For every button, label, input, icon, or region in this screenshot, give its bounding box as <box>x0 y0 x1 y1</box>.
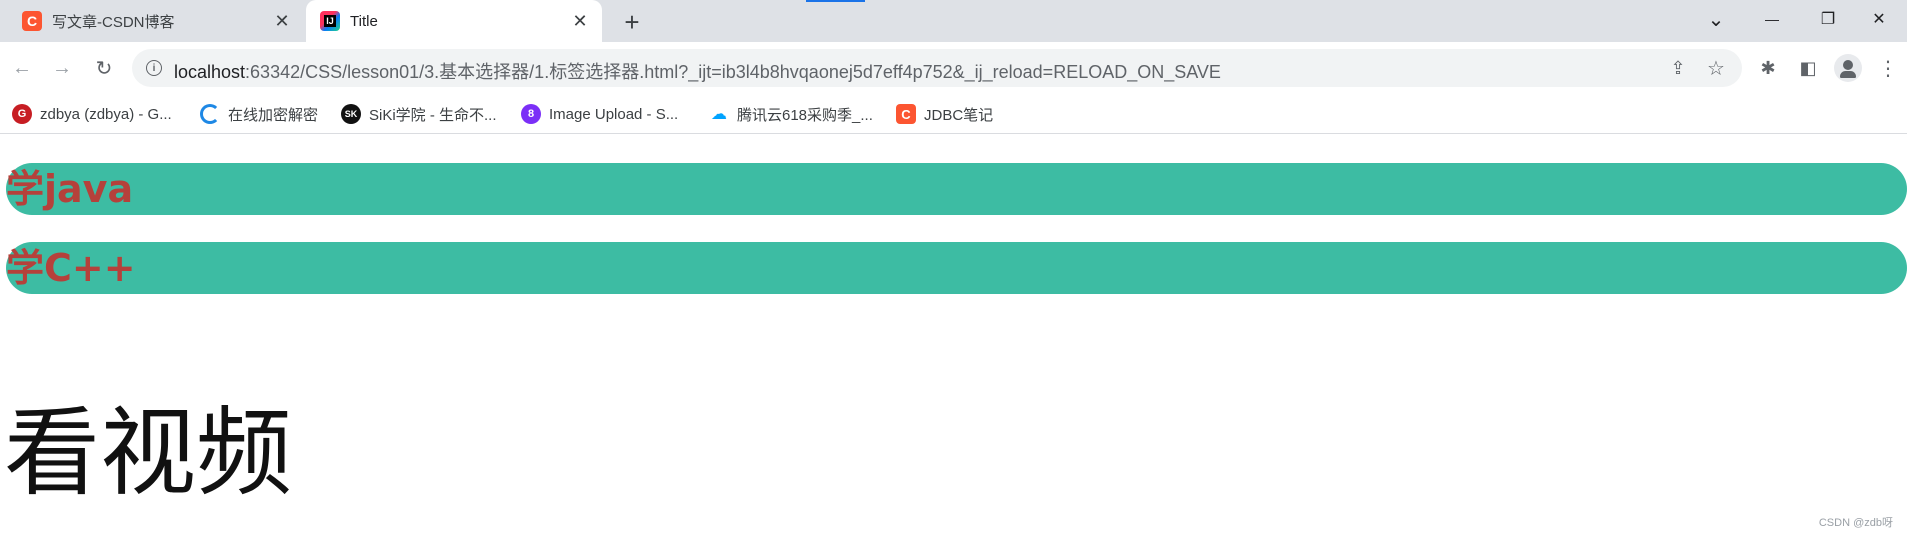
back-button[interactable]: ← <box>6 52 38 84</box>
bookmark-label: zdbya (zdbya) - G... <box>40 105 172 123</box>
bookmark-label: 在线加密解密 <box>228 106 319 124</box>
tab-csdn-write[interactable]: C 写文章-CSDN博客 ✕ <box>8 0 304 42</box>
browser-toolbar: ← → ↻ i localhost:63342/CSS/lesson01/3.基… <box>0 42 1907 94</box>
forward-button[interactable]: → <box>46 52 78 84</box>
profile-avatar[interactable] <box>1834 54 1862 82</box>
intellij-icon-glyph: IJ <box>326 16 334 26</box>
close-icon[interactable]: ✕ <box>270 9 294 33</box>
csdn-icon: C <box>22 11 42 31</box>
bookmark-gitee[interactable]: G zdbya (zdbya) - G... <box>12 103 172 125</box>
csdn-watermark: CSDN @zdb呀 <box>1818 517 1893 529</box>
address-bar[interactable]: i localhost:63342/CSS/lesson01/3.基本选择器/1… <box>132 49 1742 87</box>
bookmarks-bar: G zdbya (zdbya) - G... 在线加密解密 SK SiKi学院 … <box>0 94 1907 134</box>
restore-button[interactable]: ❐ <box>1800 0 1856 38</box>
side-panel-icon[interactable]: ◧ <box>1794 54 1822 82</box>
tab-title: Title <box>350 12 378 30</box>
search-tabs-button[interactable]: ⌄ <box>1688 0 1744 38</box>
bookmark-label: 腾讯云618采购季_... <box>737 106 873 124</box>
url-text[interactable]: localhost:63342/CSS/lesson01/3.基本选择器/1.标… <box>174 58 1221 84</box>
gitee-icon: G <box>12 104 32 124</box>
url-path: :63342/CSS/lesson01/3.基本选择器/1.标签选择器.html… <box>245 62 1221 82</box>
share-icon[interactable]: ⇪ <box>1666 56 1690 80</box>
heading-cpp-text: 学C++ <box>6 246 136 290</box>
heading-cpp: 学C++ <box>6 242 1907 294</box>
window-close-button[interactable]: ✕ <box>1851 0 1907 38</box>
heading-java: 学java <box>6 163 1907 215</box>
tab-title: 写文章-CSDN博客 <box>52 13 175 31</box>
minimize-button[interactable]: — <box>1744 0 1800 38</box>
bookmark-tencent-cloud[interactable]: ☁ 腾讯云618采购季_... <box>709 103 873 125</box>
star-icon[interactable]: ☆ <box>1704 56 1728 80</box>
csdn-icon: C <box>896 104 916 124</box>
bookmark-siki[interactable]: SK SiKi学院 - 生命不... <box>341 103 497 125</box>
info-icon[interactable]: i <box>146 60 162 76</box>
bookmark-label: JDBC笔记 <box>924 106 994 124</box>
reload-button[interactable]: ↻ <box>88 52 120 84</box>
heading-java-text: 学java <box>6 167 134 211</box>
tab-title-page[interactable]: IJ Title ✕ <box>306 0 602 42</box>
bookmark-label: SiKi学院 - 生命不... <box>369 106 497 124</box>
intellij-icon: IJ <box>320 11 340 31</box>
image-upload-icon: 8 <box>521 104 541 124</box>
page-viewport: 学java 学C++ 看视频 CSDN @zdb呀 <box>0 135 1907 536</box>
tab-strip: C 写文章-CSDN博客 ✕ IJ Title ✕ + ⌄ — ❐ ✕ <box>0 0 1907 42</box>
bookmark-image-upload[interactable]: 8 Image Upload - S... <box>521 103 678 125</box>
bookmark-encrypt[interactable]: 在线加密解密 <box>200 103 318 125</box>
menu-icon[interactable]: ⋮ <box>1874 54 1902 82</box>
paragraph-watch-video: 看视频 <box>4 397 292 509</box>
close-icon[interactable]: ✕ <box>568 9 592 33</box>
bookmark-jdbc[interactable]: C JDBC笔记 <box>896 103 993 125</box>
url-host: localhost <box>174 62 246 82</box>
tabstrip-accent-line <box>806 0 865 2</box>
new-tab-button[interactable]: + <box>616 6 648 38</box>
tencent-cloud-icon: ☁ <box>709 104 729 124</box>
extensions-icon[interactable]: ✱ <box>1754 54 1782 82</box>
bookmark-label: Image Upload - S... <box>549 105 679 123</box>
siki-icon: SK <box>341 104 361 124</box>
c-logo-icon <box>200 104 220 124</box>
